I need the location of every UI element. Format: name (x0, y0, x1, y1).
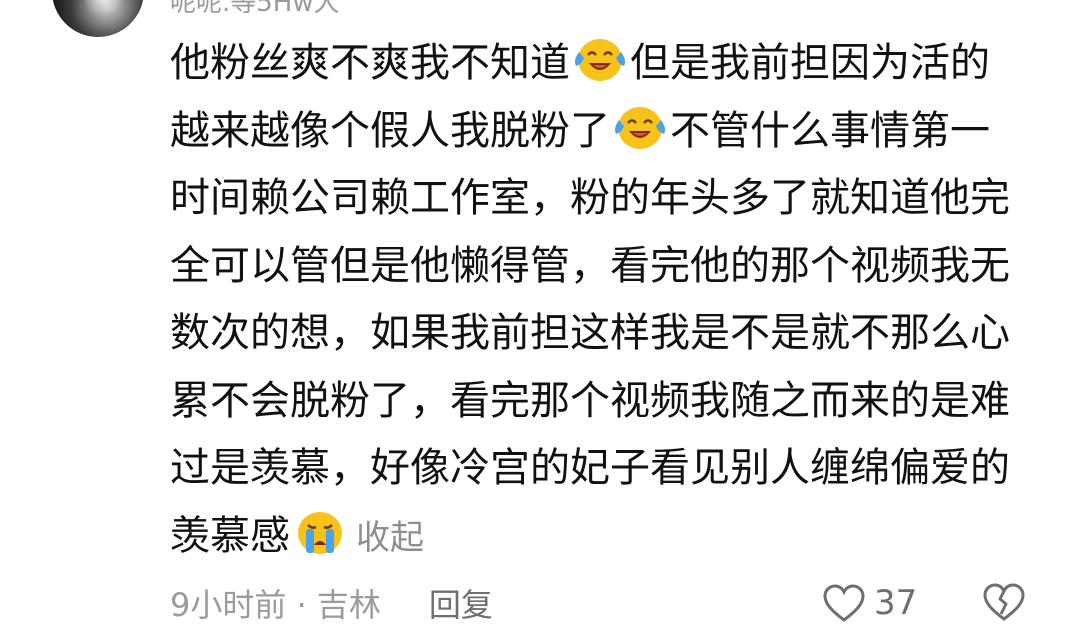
comment-text: 他粉丝爽不爽我不知道 (170, 40, 570, 86)
like-button[interactable]: 37 (822, 578, 917, 628)
comment-line: 他粉丝爽不爽我不知道 但是我前担因为活的 (170, 30, 1040, 98)
comment-line: 累不会脱粉了，看完那个视频我随之而来的是难 (170, 368, 1040, 436)
like-count: 37 (874, 583, 918, 623)
comment-line: 过是羡慕，好像冷宫的妃子看见别人缠绵偏爱的 (170, 435, 1040, 503)
comment-line: 数次的想，如果我前担这样我是不是就不那么心 (170, 300, 1040, 368)
laughing-crying-emoji-icon (615, 106, 665, 149)
dislike-button[interactable] (982, 582, 1026, 630)
comment-text: 不管什么事情第一 (670, 107, 990, 154)
comment-text: 但是我前担因为活的 (630, 40, 990, 86)
comment-line: 羡慕感 收起 (170, 503, 1040, 571)
comment-text: 过是羡慕，好像冷宫的妃子看见别人缠绵偏爱的 (170, 445, 1010, 491)
laughing-crying-emoji-icon (575, 39, 625, 81)
heart-icon (823, 584, 865, 622)
comment-line: 时间赖公司赖工作室，粉的年头多了就知道他完 (170, 165, 1040, 233)
comment-text: 时间赖公司赖工作室，粉的年头多了就知道他完 (170, 175, 1010, 221)
comment-text: 累不会脱粉了，看完那个视频我随之而来的是难 (170, 377, 1010, 424)
comment-text: 数次的想，如果我前担这样我是不是就不那么心 (170, 310, 1010, 356)
avatar[interactable] (52, 0, 144, 37)
comment-footer: 9小时前 · 吉林 回复 37 (170, 578, 1040, 628)
comment-line: 越来越像个假人我脱粉了 不管什么事情第一 (170, 98, 1040, 166)
comment-line: 全可以管但是他懒得管，看完他的那个视频我无 (170, 233, 1040, 301)
crying-emoji-icon (298, 511, 342, 554)
broken-heart-icon (983, 583, 1025, 621)
timestamp-location: 9小时前 · 吉林 (170, 586, 381, 624)
comment-text: 羡慕感 (170, 512, 290, 559)
reply-button[interactable]: 回复 (429, 580, 493, 626)
comment-body: 他粉丝爽不爽我不知道 但是我前担因为活的 越来越像个假人我脱粉了 不管什么事情第… (170, 30, 1040, 570)
comment-text: 全可以管但是他懒得管，看完他的那个视频我无 (170, 242, 1010, 289)
collapse-button[interactable]: 收起 (356, 518, 424, 558)
username[interactable]: 呢呢.等5Hw大 (170, 0, 340, 19)
comment-item: 呢呢.等5Hw大 他粉丝爽不爽我不知道 但是我前担因为活的 越来越像个假人我脱粉… (0, 0, 1080, 642)
comment-text: 越来越像个假人我脱粉了 (170, 107, 610, 154)
